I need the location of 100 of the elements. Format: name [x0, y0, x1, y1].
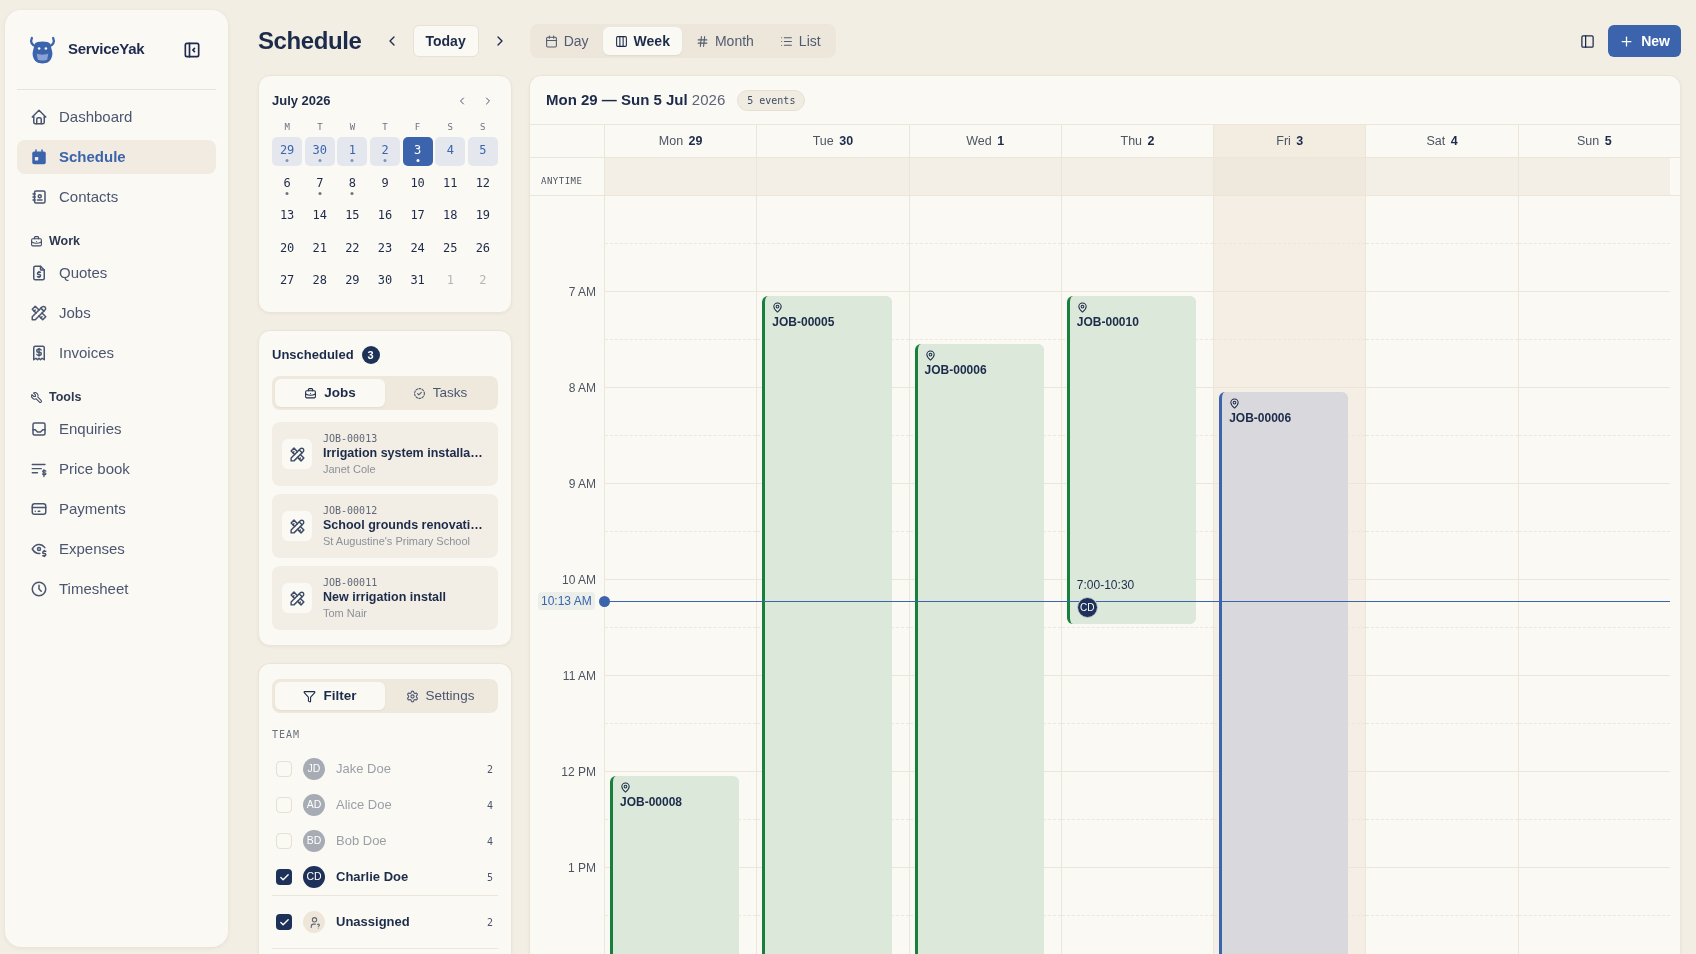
calendar-day[interactable]: 17	[402, 202, 433, 231]
checkbox[interactable]	[276, 761, 292, 777]
calendar-day[interactable]: 19	[467, 202, 498, 231]
current-time-label: 10:13 AM	[538, 591, 595, 610]
weekday-initial: M	[284, 121, 290, 134]
calendar-day[interactable]: 25	[435, 234, 466, 264]
unscheduled-job-card[interactable]: JOB-00011 New irrigation install Tom Nair	[272, 566, 498, 630]
hash-icon	[695, 34, 709, 48]
check-icon	[278, 871, 290, 883]
tab[interactable]: Jobs	[275, 379, 385, 407]
nav-link[interactable]: Quotes	[17, 256, 216, 290]
hour-label: 1 PM	[568, 860, 596, 876]
calendar-day[interactable]: 4	[435, 137, 466, 166]
nav-link[interactable]: Expenses	[17, 532, 216, 566]
tools-icon	[282, 511, 312, 541]
calendar-day[interactable]: 29	[337, 267, 368, 296]
member-name: Jake Doe	[336, 760, 391, 779]
checkbox[interactable]	[276, 797, 292, 813]
calendar-day[interactable]: 28	[304, 267, 335, 296]
calendar-day[interactable]: 30	[369, 267, 401, 296]
calendar-day[interactable]: 8	[337, 169, 368, 199]
calendar-day[interactable]: 29	[272, 137, 303, 166]
tab[interactable]: Filter	[275, 682, 385, 710]
calendar-day[interactable]: 22	[337, 234, 368, 264]
view-tab[interactable]: List	[767, 27, 833, 55]
calendar-day[interactable]: 26	[467, 234, 498, 264]
event-title: JOB-00006	[1229, 411, 1293, 426]
hour-label: 12 PM	[561, 764, 596, 780]
calendar-day[interactable]: 12	[467, 169, 498, 199]
hour-label: 11 AM	[562, 668, 596, 684]
unscheduled-job-card[interactable]: JOB-00013 Irrigation system installa… Janet Cole	[272, 422, 498, 486]
checkbox[interactable]	[276, 833, 292, 849]
dollar-document-icon	[30, 264, 48, 282]
count-badge: 3	[361, 346, 380, 364]
job-title: School grounds renovati…	[323, 516, 483, 534]
checkbox[interactable]	[276, 914, 292, 930]
tools-icon	[282, 583, 312, 613]
list-icon	[779, 34, 793, 48]
nav-link[interactable]: Payments	[17, 492, 216, 526]
nav-link[interactable]: Jobs	[17, 296, 216, 330]
view-tab[interactable]: Day	[532, 27, 601, 55]
nav-link[interactable]: Contacts	[17, 180, 216, 214]
section-heading: Tools	[49, 388, 82, 406]
nav-link[interactable]: Enquiries	[17, 412, 216, 446]
calendar-day[interactable]: 31	[402, 267, 433, 296]
member-avatar: JD	[303, 758, 325, 780]
calendar-day[interactable]: 7	[304, 169, 335, 199]
wrench-icon	[30, 390, 43, 404]
calendar-day[interactable]: 20	[272, 234, 303, 264]
calendar-day[interactable]: 13	[272, 202, 303, 231]
calendar-day[interactable]: 3	[402, 137, 433, 166]
check-icon	[278, 916, 290, 928]
calendar-day[interactable]: 16	[369, 202, 401, 231]
calendar-day[interactable]: 1	[337, 137, 368, 166]
hour-label: 8 AM	[568, 380, 596, 396]
calendar-day[interactable]: 6	[272, 169, 303, 199]
tab[interactable]: Tasks	[385, 379, 495, 407]
view-tab[interactable]: Week	[602, 27, 682, 55]
unscheduled-job-card[interactable]: JOB-00012 School grounds renovati… St Augustine's Primary School	[272, 494, 498, 558]
event-title: JOB-00008	[620, 795, 684, 810]
member-avatar: BD	[303, 830, 325, 852]
calendar-day[interactable]: 11	[435, 169, 466, 199]
event-count: 4	[486, 798, 493, 813]
new-button[interactable]: New	[1608, 25, 1681, 57]
calendar-day[interactable]: 10	[402, 169, 433, 199]
calendar-day[interactable]: 23	[369, 234, 401, 264]
nav-link[interactable]: Dashboard	[17, 100, 216, 134]
calendar-day[interactable]: 21	[304, 234, 335, 264]
columns-icon	[614, 34, 628, 48]
calendar-day[interactable]: 14	[304, 202, 335, 231]
view-tab[interactable]: Month	[683, 27, 766, 55]
job-event[interactable]: JOB-00008	[610, 776, 740, 954]
calendar-day[interactable]: 9	[369, 169, 401, 199]
job-event[interactable]: JOB-00010 7:00-10:30 CD	[1066, 296, 1197, 624]
event-time: 7:00-10:30	[1076, 577, 1136, 593]
nav-link[interactable]: Invoices	[17, 336, 216, 370]
event-title: JOB-00005	[772, 315, 836, 330]
member-name: Bob Doe	[336, 832, 387, 851]
calendar-day[interactable]: 18	[435, 202, 466, 231]
calendar-day[interactable]: 15	[337, 202, 368, 231]
event-count: 4	[486, 834, 493, 849]
day-label: Tue 30	[812, 132, 854, 150]
nav-link[interactable]: Timesheet	[17, 572, 216, 606]
calendar-day[interactable]: 24	[402, 234, 433, 264]
calendar-day[interactable]: 2	[369, 137, 401, 166]
day-label: Fri 3	[1276, 132, 1304, 150]
member-avatar: CD	[303, 866, 325, 888]
calendar-day[interactable]: 30	[304, 137, 335, 166]
job-event[interactable]: JOB-00006	[914, 344, 1044, 954]
nav-link[interactable]: Schedule	[17, 140, 216, 174]
calendar-day[interactable]: 27	[272, 267, 303, 296]
nav-link[interactable]: Price book	[17, 452, 216, 486]
checkbox[interactable]	[276, 869, 292, 885]
job-event[interactable]: JOB-00006	[1219, 392, 1349, 954]
today-button[interactable]: Today	[412, 25, 479, 57]
job-number: JOB-00013	[323, 431, 379, 445]
job-event[interactable]: JOB-00005	[762, 296, 892, 954]
hour-label: 10 AM	[561, 572, 596, 588]
tab[interactable]: Settings	[385, 682, 495, 710]
calendar-day[interactable]: 5	[467, 137, 498, 166]
